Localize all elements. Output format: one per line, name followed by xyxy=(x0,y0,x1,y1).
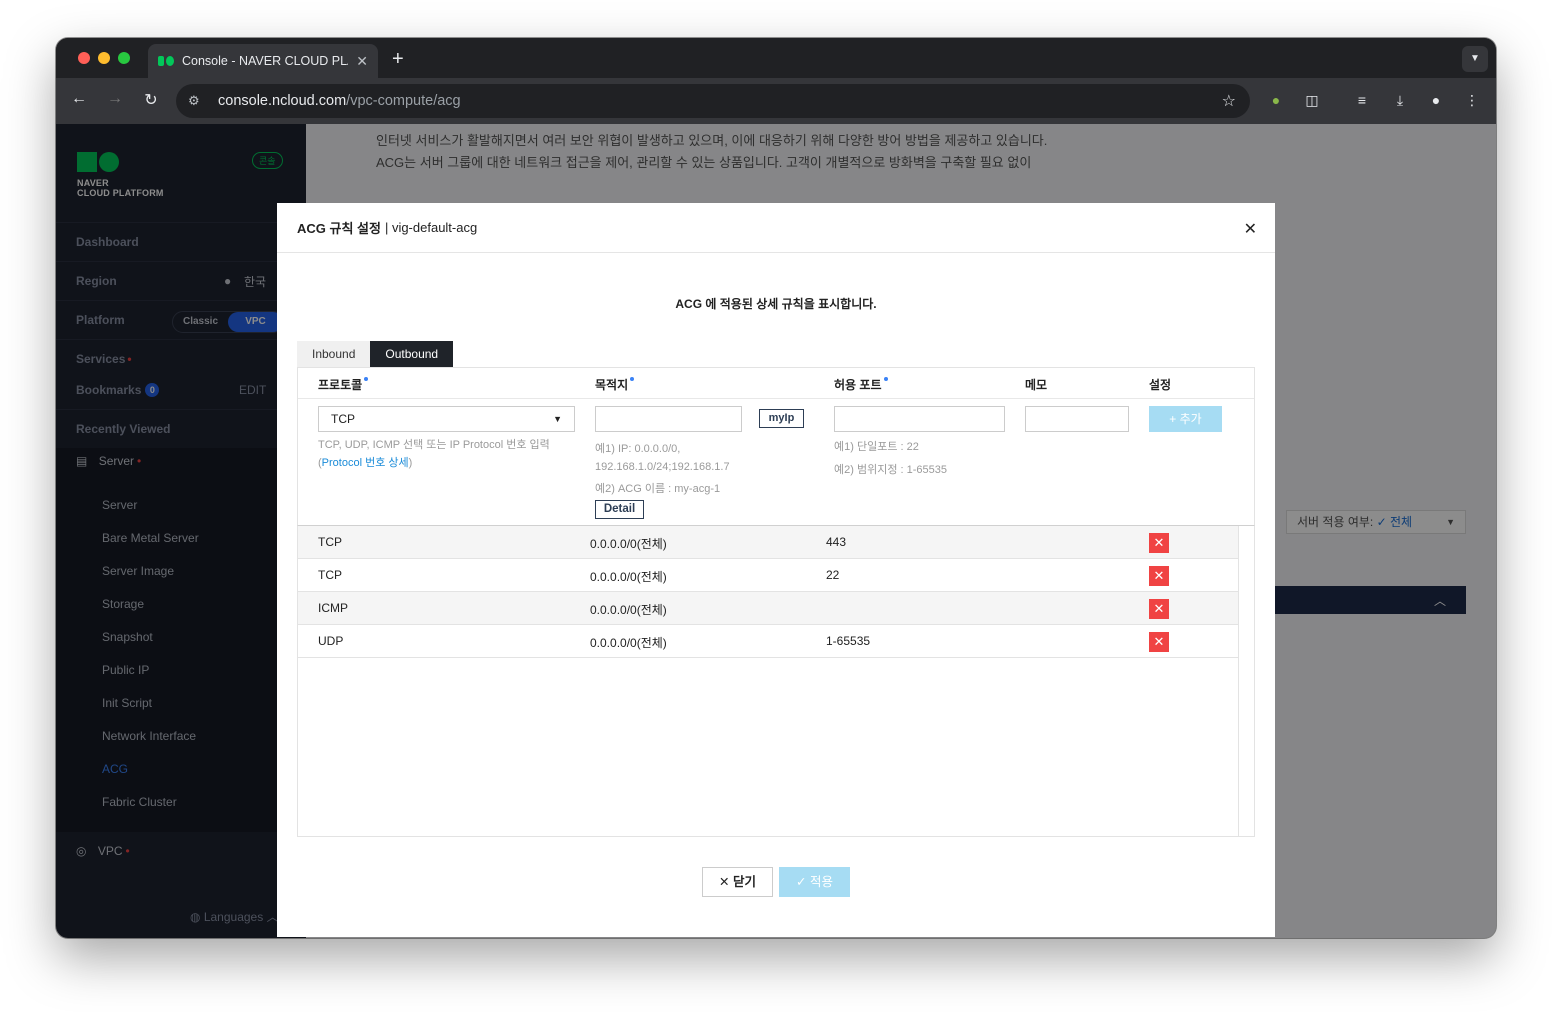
destination-input[interactable] xyxy=(595,406,742,432)
rule-port: 443 xyxy=(826,535,847,549)
modal-title: ACG 규칙 설정 xyxy=(297,221,381,236)
media-control-icon[interactable]: ≡ xyxy=(1352,92,1372,108)
minimize-window-button[interactable] xyxy=(98,52,110,64)
rule-destination: 0.0.0.0/0(전체) xyxy=(590,570,667,584)
column-settings: 설정 xyxy=(1149,378,1172,392)
modal-header: ACG 규칙 설정 | vig-default-acg xyxy=(277,203,1275,253)
extension-plus-icon[interactable]: ● xyxy=(1266,92,1286,108)
rule-protocol: ICMP xyxy=(318,601,348,615)
protocol-selected: TCP xyxy=(331,412,355,426)
required-dot xyxy=(630,377,635,381)
tab-search-icon[interactable]: ▼ xyxy=(1462,46,1488,72)
destination-hint: 예1) IP: 0.0.0.0/0, 192.168.1.0/24;192.16… xyxy=(595,443,730,495)
title-bar: Console - NAVER CLOUD PLA ✕ + ▼ xyxy=(56,38,1496,78)
required-dot xyxy=(883,377,888,381)
forward-icon[interactable]: → xyxy=(104,90,126,108)
myip-button[interactable]: myIp xyxy=(759,409,804,428)
table-row: TCP 0.0.0.0/0(전체) 22 ✕ xyxy=(298,559,1238,592)
protocol-number-link[interactable]: Protocol 번호 상세 xyxy=(322,457,409,469)
download-icon[interactable]: ⤓ xyxy=(1390,92,1410,109)
modal-description: ACG 에 적용된 상세 규칙을 표시합니다. xyxy=(675,297,877,311)
column-port: 허용 포트 xyxy=(834,376,888,393)
rule-protocol: UDP xyxy=(318,634,344,648)
close-button[interactable]: ✕ 닫기 xyxy=(702,867,773,897)
add-rule-button[interactable]: + 추가 xyxy=(1149,406,1222,432)
column-destination: 목적지 xyxy=(595,376,635,393)
browser-tab[interactable]: Console - NAVER CLOUD PLA ✕ xyxy=(148,44,378,78)
required-dot xyxy=(364,377,369,381)
detail-button[interactable]: Detail xyxy=(595,500,644,519)
page-content: 인터넷 서비스가 활발해지면서 여러 보안 위협이 발생하고 있으며, 이에 대… xyxy=(56,124,1496,938)
modal-close-icon[interactable]: ✕ xyxy=(1244,219,1257,239)
menu-kebab-icon[interactable]: ⋮ xyxy=(1462,92,1482,109)
tab-title: Console - NAVER CLOUD PLA xyxy=(182,54,349,68)
port-input[interactable] xyxy=(834,406,1005,432)
back-icon[interactable]: ← xyxy=(68,90,90,108)
rule-list-scrollbar[interactable] xyxy=(1238,526,1254,836)
form-header: 프로토콜 목적지 허용 포트 메모 설정 xyxy=(298,368,1254,399)
column-memo: 메모 xyxy=(1025,378,1048,392)
delete-rule-icon[interactable]: ✕ xyxy=(1149,533,1169,553)
tab-close-icon[interactable]: ✕ xyxy=(356,53,368,70)
url-host: console.ncloud.com xyxy=(218,93,347,109)
profile-icon[interactable]: ● xyxy=(1426,92,1446,108)
close-window-button[interactable] xyxy=(78,52,90,64)
table-row: UDP 0.0.0.0/0(전체) 1-65535 ✕ xyxy=(298,625,1238,658)
modal-subtitle: | vig-default-acg xyxy=(384,220,478,235)
tab-outbound[interactable]: Outbound xyxy=(370,341,454,367)
maximize-window-button[interactable] xyxy=(118,52,130,64)
site-settings-icon[interactable]: ⚙ xyxy=(188,93,206,109)
protocol-hint: TCP, UDP, ICMP 선택 또는 IP Protocol 번호 입력 (… xyxy=(318,439,550,469)
protocol-select[interactable]: TCP ▼ xyxy=(318,406,575,432)
bookmark-star-icon[interactable]: ☆ xyxy=(1222,91,1236,111)
rule-protocol: TCP xyxy=(318,568,342,582)
tab-inbound[interactable]: Inbound xyxy=(297,341,371,367)
delete-rule-icon[interactable]: ✕ xyxy=(1149,599,1169,619)
port-hint: 예1) 단일포트 : 22 예2) 범위지정 : 1-65535 xyxy=(834,441,947,476)
rule-list: TCP 0.0.0.0/0(전체) 443 ✕ TCP 0.0.0.0/0(전체… xyxy=(297,526,1255,837)
address-bar[interactable]: ⚙ console.ncloud.com/vpc-compute/acg ☆ xyxy=(176,84,1250,118)
column-protocol: 프로토콜 xyxy=(318,376,369,393)
rule-protocol: TCP xyxy=(318,535,342,549)
table-row: ICMP 0.0.0.0/0(전체) ✕ xyxy=(298,592,1238,625)
rule-port: 1-65535 xyxy=(826,634,871,648)
rule-destination: 0.0.0.0/0(전체) xyxy=(590,603,667,617)
acg-rule-modal: ACG 규칙 설정 | vig-default-acg ✕ ACG 에 적용된 … xyxy=(277,203,1275,937)
rule-destination: 0.0.0.0/0(전체) xyxy=(590,636,667,650)
rule-port: 22 xyxy=(826,568,840,582)
caret-down-icon: ▼ xyxy=(553,414,562,424)
direction-tabs: Inbound Outbound xyxy=(297,341,454,367)
url-path: /vpc-compute/acg xyxy=(346,93,461,109)
delete-rule-icon[interactable]: ✕ xyxy=(1149,632,1169,652)
browser-toolbar: ← → ↻ ⚙ console.ncloud.com/vpc-compute/a… xyxy=(56,78,1496,124)
rule-destination: 0.0.0.0/0(전체) xyxy=(590,537,667,551)
delete-rule-icon[interactable]: ✕ xyxy=(1149,566,1169,586)
naver-favicon-icon xyxy=(158,56,174,66)
extensions-puzzle-icon[interactable]: ◫ xyxy=(1302,92,1322,109)
table-row: TCP 0.0.0.0/0(전체) 443 ✕ xyxy=(298,526,1238,559)
apply-button[interactable]: ✓ 적용 xyxy=(779,867,850,897)
reload-icon[interactable]: ↻ xyxy=(140,90,162,110)
rule-input-form: 프로토콜 목적지 허용 포트 메모 설정 TCP ▼ myIp + 추가 TCP… xyxy=(297,367,1255,526)
new-tab-icon[interactable]: + xyxy=(392,48,404,71)
browser-window: Console - NAVER CLOUD PLA ✕ + ▼ ← → ↻ ⚙ … xyxy=(56,38,1496,938)
memo-input[interactable] xyxy=(1025,406,1129,432)
